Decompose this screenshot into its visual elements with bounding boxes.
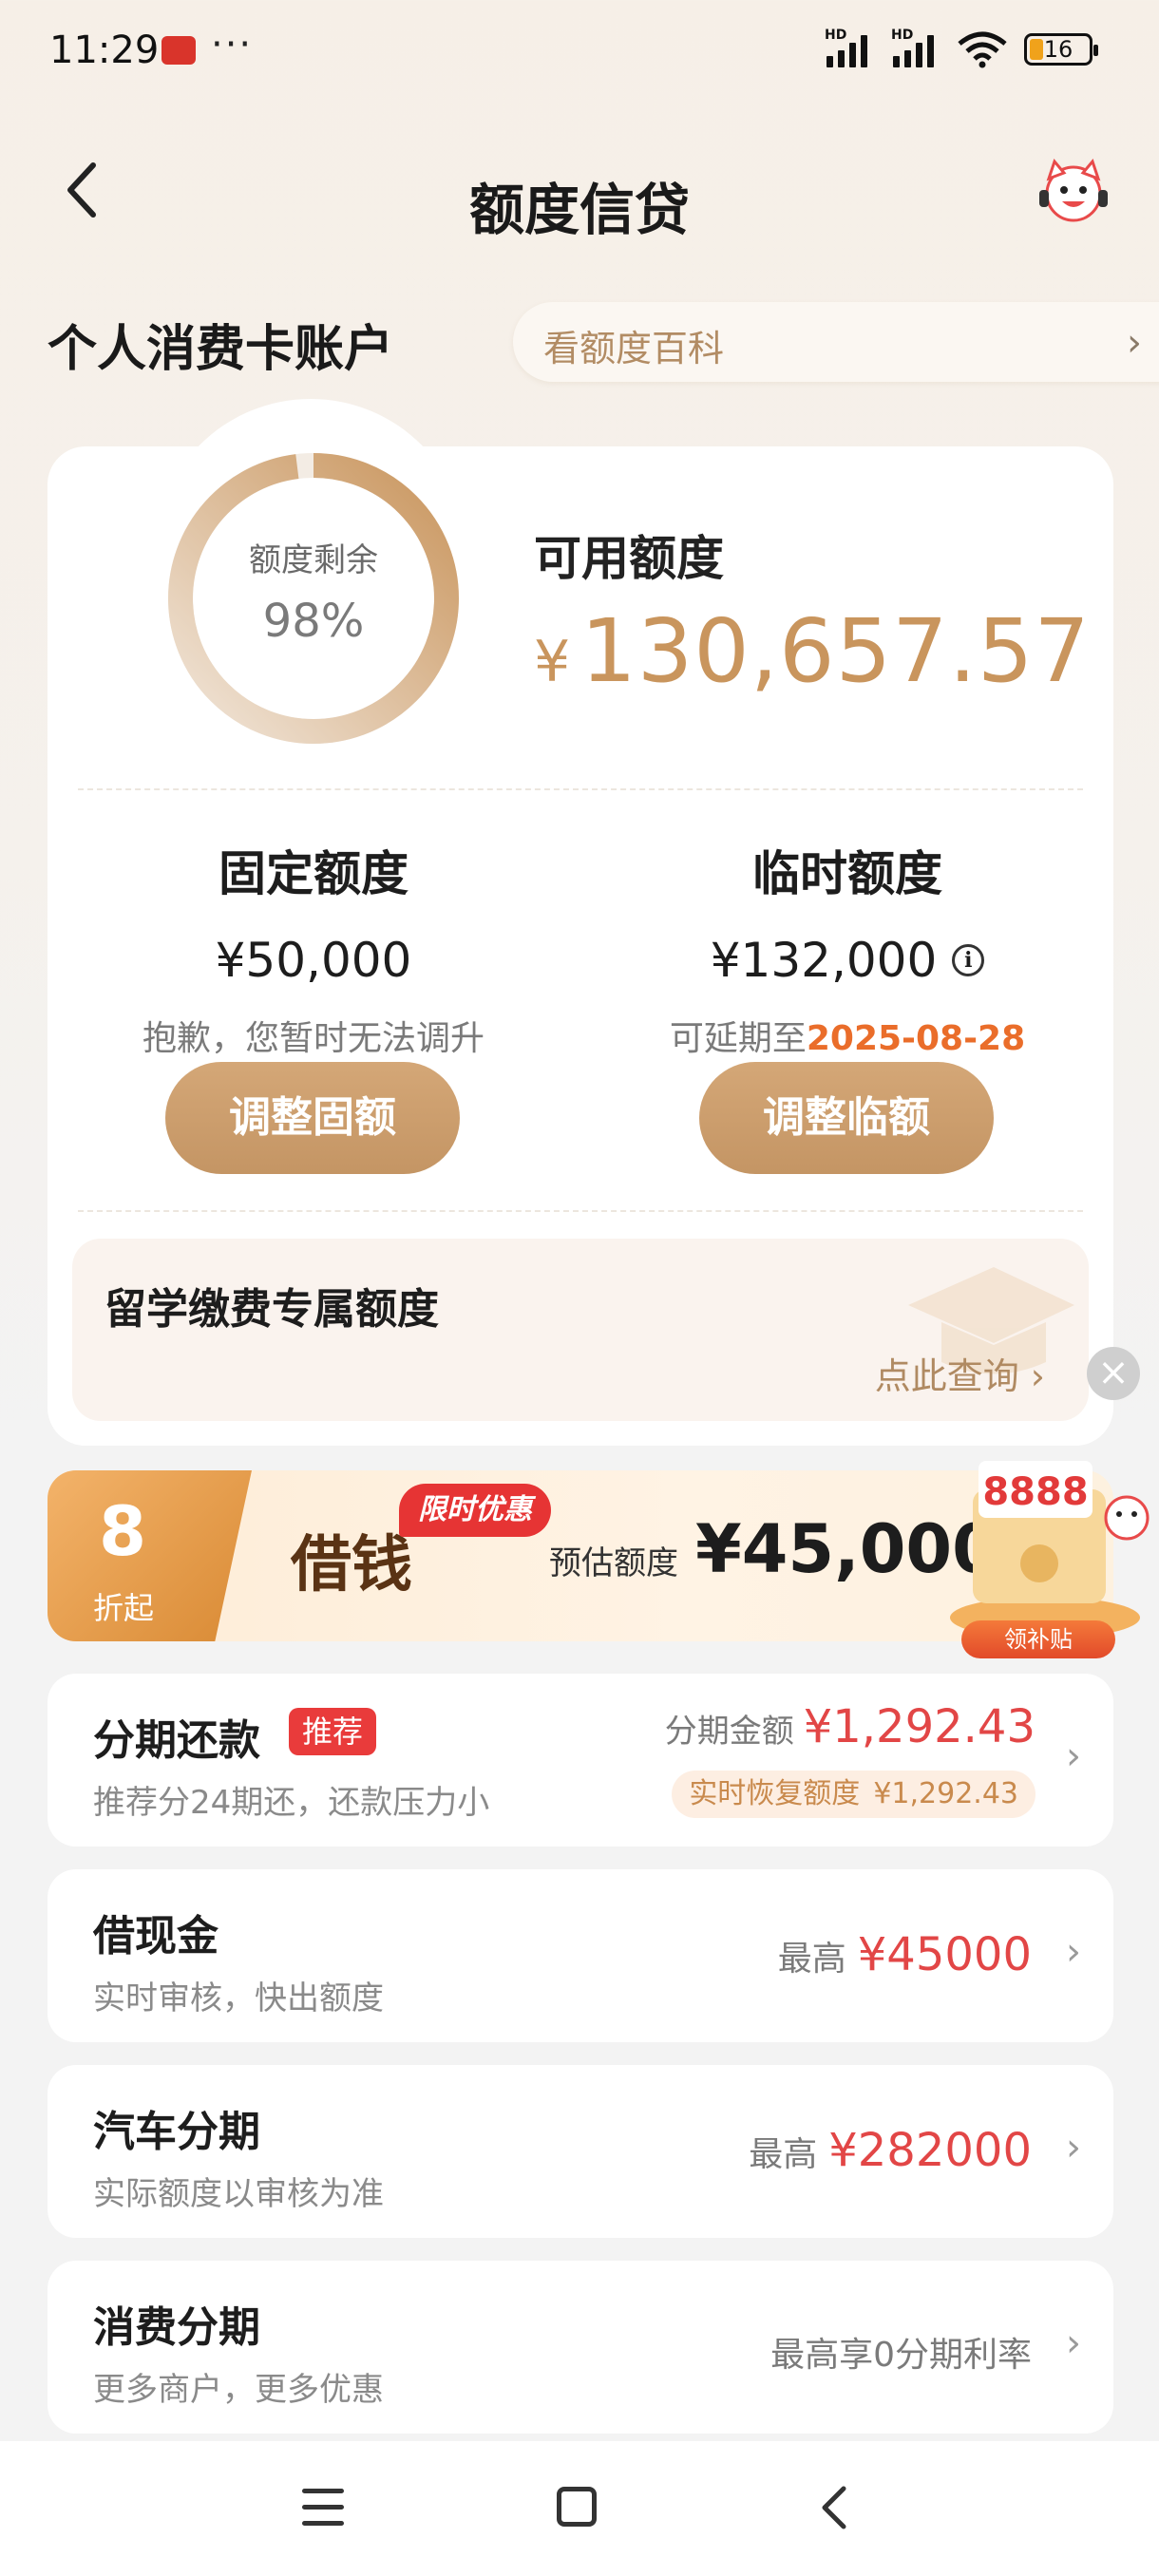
- recover-quota-label: 实时恢复额度: [689, 1777, 861, 1810]
- extend-date: 2025-08-28: [806, 1019, 1026, 1058]
- ring-value: 98%: [262, 595, 365, 648]
- close-icon[interactable]: ×: [1087, 1347, 1140, 1400]
- adjust-fixed-quota-button[interactable]: 调整固额: [165, 1062, 460, 1174]
- max-label: 最高: [777, 1940, 846, 1979]
- car-installment-max: 最高 ¥282000: [749, 2124, 1032, 2177]
- study-abroad-title: 留学缴费专属额度: [104, 1285, 439, 1334]
- installment-repayment-card[interactable]: 分期还款 推荐 推荐分24期还，还款压力小 分期金额 ¥1,292.43 实时恢复…: [48, 1674, 1113, 1847]
- more-notifications-icon: ···: [211, 23, 254, 66]
- divider-2: [78, 1210, 1083, 1212]
- limited-offer-tag: 限时优惠: [399, 1484, 551, 1537]
- cash-loan-card[interactable]: 借现金 实时审核，快出额度 最高 ¥45000 ›: [48, 1869, 1113, 2042]
- max-label: 最高: [749, 2135, 818, 2174]
- borrow-title: 借钱: [291, 1529, 412, 1601]
- divider: [78, 788, 1083, 790]
- cash-loan-max: 最高 ¥45000: [778, 1928, 1032, 1981]
- status-bar: 11:29 ··· HD HD 16: [0, 0, 1159, 104]
- study-abroad-quota[interactable]: 留学缴费专属额度 点此查询 ›: [72, 1239, 1089, 1421]
- info-icon[interactable]: i: [952, 944, 985, 976]
- fixed-quota-section: 固定额度 ¥50,000 抱歉，您暂时无法调升: [48, 836, 580, 1060]
- estimate-label: 预估额度: [549, 1544, 678, 1582]
- system-nav-bar: [0, 2441, 1159, 2576]
- quota-wiki-label: 看额度百科: [543, 328, 725, 369]
- chevron-right-icon: ›: [1066, 1930, 1081, 1974]
- account-title: 个人消费卡账户: [48, 321, 394, 378]
- temp-quota-amount: ¥132,000: [710, 933, 938, 988]
- temp-quota-note: 可延期至2025-08-28: [581, 1011, 1113, 1060]
- recover-quota-amount: ¥1,292.43: [873, 1777, 1018, 1810]
- quota-wiki-link[interactable]: 看额度百科 ›: [513, 302, 1159, 382]
- cash-loan-subtitle: 实时审核，快出额度: [93, 1979, 384, 2017]
- zero-interest-note: 最高享0分期利率: [770, 2336, 1032, 2375]
- chevron-right-icon: ›: [1066, 2126, 1081, 2169]
- back-nav-icon[interactable]: [815, 2485, 853, 2530]
- recover-quota-tag: 实时恢复额度 ¥1,292.43: [672, 1771, 1036, 1818]
- installment-amount-label: 分期金额: [664, 1713, 794, 1751]
- car-installment-card[interactable]: 汽车分期 实际额度以审核为准 最高 ¥282000 ›: [48, 2065, 1113, 2238]
- installment-amount-value: ¥1,292.43: [803, 1700, 1036, 1753]
- discount-number: 8: [99, 1491, 147, 1571]
- svg-text:8888: 8888: [982, 1470, 1088, 1514]
- consumer-installment-title: 消费分期: [93, 2303, 260, 2352]
- signal-icon: HD: [825, 28, 874, 67]
- fixed-quota-note: 抱歉，您暂时无法调升: [142, 1019, 484, 1058]
- claim-subsidy-button[interactable]: 领补贴: [961, 1620, 1115, 1658]
- fixed-quota-amount: ¥50,000: [215, 933, 412, 988]
- chevron-right-icon: ›: [1127, 321, 1142, 365]
- car-installment-title: 汽车分期: [93, 2108, 260, 2156]
- signal-icon-2: HD: [891, 28, 940, 67]
- installment-repayment-subtitle: 推荐分24期还，还款压力小: [93, 1784, 490, 1822]
- max-amount: ¥45000: [857, 1928, 1032, 1981]
- wifi-icon: [958, 30, 1007, 68]
- page-title: 额度信贷: [468, 178, 690, 242]
- ring-label: 额度剩余: [249, 541, 378, 579]
- temp-quota-section: 临时额度 ¥132,000 i 可延期至2025-08-28: [581, 836, 1113, 1060]
- customer-service-icon[interactable]: [1036, 154, 1112, 230]
- consumer-installment-card[interactable]: 消费分期 更多商户，更多优惠 最高享0分期利率 ›: [48, 2261, 1113, 2434]
- home-icon[interactable]: [557, 2487, 597, 2527]
- fixed-quota-title: 固定额度: [218, 846, 408, 901]
- header: 额度信贷: [0, 133, 1159, 247]
- discount-unit: 折起: [93, 1590, 155, 1626]
- currency-symbol: ¥: [534, 629, 572, 695]
- status-time: 11:29: [49, 28, 160, 72]
- installment-repayment-title: 分期还款: [93, 1716, 260, 1765]
- app-notification-icon: [162, 36, 196, 65]
- extend-label: 可延期至: [669, 1019, 807, 1058]
- available-quota-amount: ¥130,657.57: [534, 600, 1091, 702]
- chevron-right-icon: ›: [1066, 1734, 1081, 1778]
- available-amount-value: 130,657.57: [580, 600, 1091, 702]
- battery-level: 16: [1043, 36, 1074, 63]
- car-installment-subtitle: 实际额度以审核为准: [93, 2175, 384, 2213]
- installment-amount: 分期金额 ¥1,292.43: [665, 1700, 1036, 1753]
- cash-loan-title: 借现金: [93, 1912, 218, 1960]
- chevron-right-icon: ›: [1066, 2321, 1081, 2365]
- adjust-temp-quota-button[interactable]: 调整临额: [699, 1062, 994, 1174]
- recommend-tag: 推荐: [289, 1708, 377, 1755]
- max-amount: ¥282000: [828, 2124, 1032, 2177]
- menu-icon[interactable]: [302, 2489, 344, 2527]
- battery-icon: 16: [1024, 33, 1098, 66]
- consumer-installment-subtitle: 更多商户，更多优惠: [93, 2371, 384, 2409]
- available-quota-label: 可用额度: [534, 531, 724, 586]
- temp-quota-title: 临时额度: [752, 846, 942, 901]
- study-abroad-query-link[interactable]: 点此查询 ›: [875, 1347, 1045, 1399]
